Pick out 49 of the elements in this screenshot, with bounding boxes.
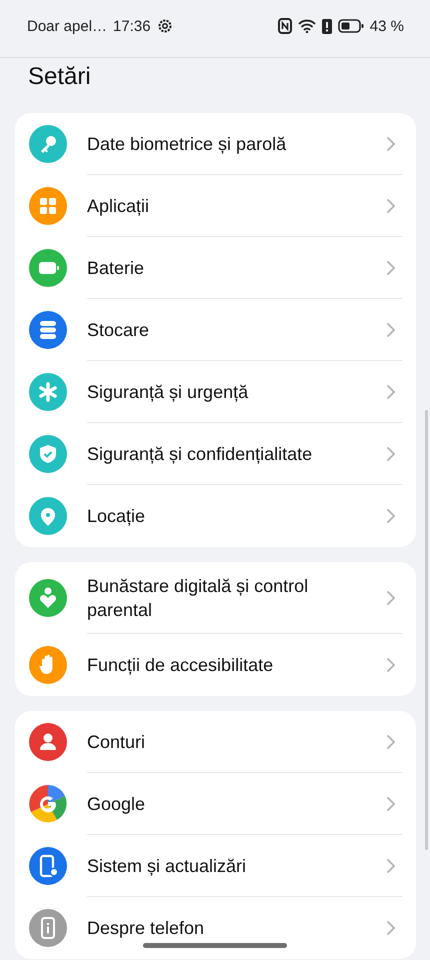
wifi-icon: [298, 19, 316, 33]
chevron-icon: [386, 858, 396, 874]
clock: 17:36: [113, 18, 151, 34]
alert-icon: [322, 18, 332, 34]
battery-percent: 43 %: [370, 18, 404, 34]
chevron-icon: [386, 198, 396, 214]
page-title: Setări: [27, 62, 92, 92]
settings-item[interactable]: Despre telefon: [87, 916, 366, 940]
settings-item[interactable]: Date biometrice și parolă: [87, 132, 366, 156]
chevron-icon: [386, 590, 396, 606]
chevron-icon: [386, 796, 396, 812]
asterisk-icon: [29, 373, 67, 411]
chevron-icon: [386, 260, 396, 276]
settings-item[interactable]: Siguranță și urgență: [87, 380, 366, 404]
settings-item[interactable]: Conturi: [87, 730, 366, 754]
battery-icon: [338, 19, 364, 33]
settings-item[interactable]: Google: [87, 792, 366, 816]
home-indicator[interactable]: [143, 943, 287, 948]
chevron-icon: [386, 446, 396, 462]
settings-item[interactable]: Funcții de accesibilitate: [87, 653, 366, 677]
chevron-icon: [386, 384, 396, 400]
settings-item[interactable]: Locație: [87, 504, 366, 528]
status-text: Doar apel…: [27, 18, 108, 34]
chevron-icon: [386, 136, 396, 152]
location-pin-icon: [29, 497, 67, 535]
chevron-icon: [386, 920, 396, 936]
settings-item[interactable]: Baterie: [87, 256, 366, 280]
settings-icon: [156, 18, 173, 34]
chevron-icon: [386, 657, 396, 673]
storage-icon: [29, 311, 67, 349]
settings-item[interactable]: Aplicații: [87, 194, 366, 218]
settings-item[interactable]: Stocare: [87, 318, 366, 342]
settings-item[interactable]: Bunăstare digitală și control parental: [87, 574, 366, 622]
key-icon: [29, 125, 67, 163]
phone-info-icon: [29, 909, 67, 947]
chevron-icon: [386, 322, 396, 338]
phone-gear-icon: [29, 847, 67, 885]
settings-item[interactable]: Siguranță și confidențialitate: [87, 442, 366, 466]
person-icon: [29, 723, 67, 761]
settings-item[interactable]: Sistem și actualizări: [87, 854, 366, 878]
battery-icon: [29, 249, 67, 287]
chevron-icon: [386, 734, 396, 750]
heart-person-icon: [29, 579, 67, 617]
chevron-icon: [386, 508, 396, 524]
google-icon: [29, 785, 67, 823]
grid-icon: [29, 187, 67, 225]
hand-icon: [29, 646, 67, 684]
nfc-icon: [278, 18, 292, 34]
shield-icon: [29, 435, 67, 473]
